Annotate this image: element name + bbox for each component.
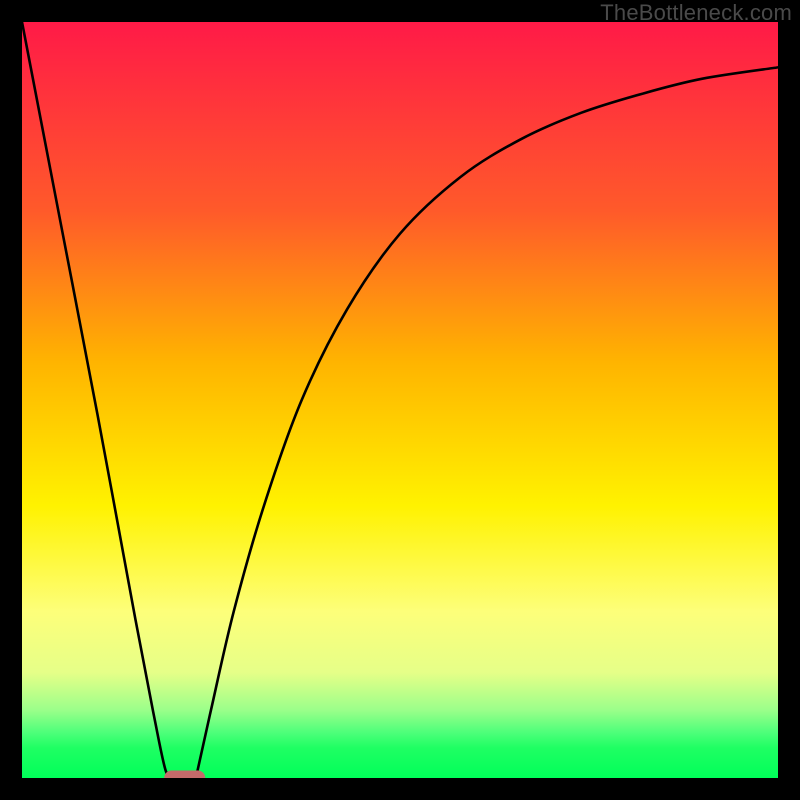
bottleneck-curve [22, 22, 778, 778]
plot-area [22, 22, 778, 778]
optimal-point-marker [164, 770, 206, 778]
chart-container: TheBottleneck.com [0, 0, 800, 800]
